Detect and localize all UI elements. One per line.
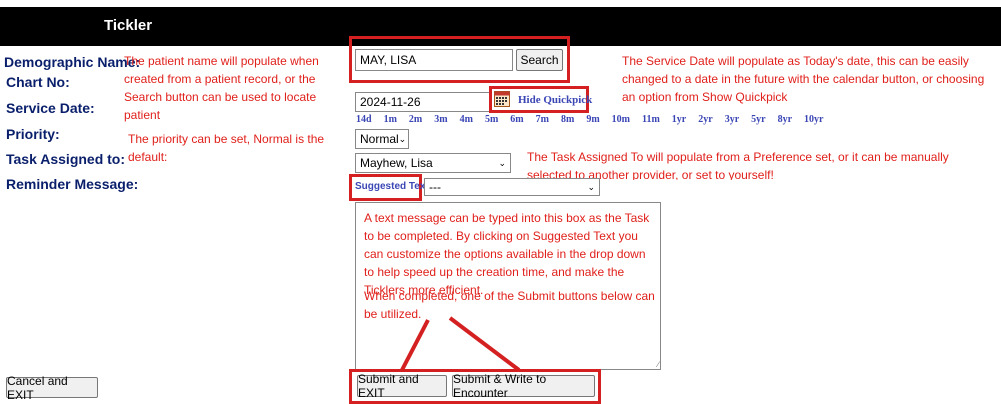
annotation-arrows <box>400 316 521 372</box>
cancel-exit-button[interactable]: Cancel and EXIT <box>6 374 98 402</box>
submit-exit-button[interactable]: Submit and EXIT <box>357 372 447 400</box>
submit-write-encounter-button[interactable]: Submit & Write to Encounter <box>452 372 595 400</box>
